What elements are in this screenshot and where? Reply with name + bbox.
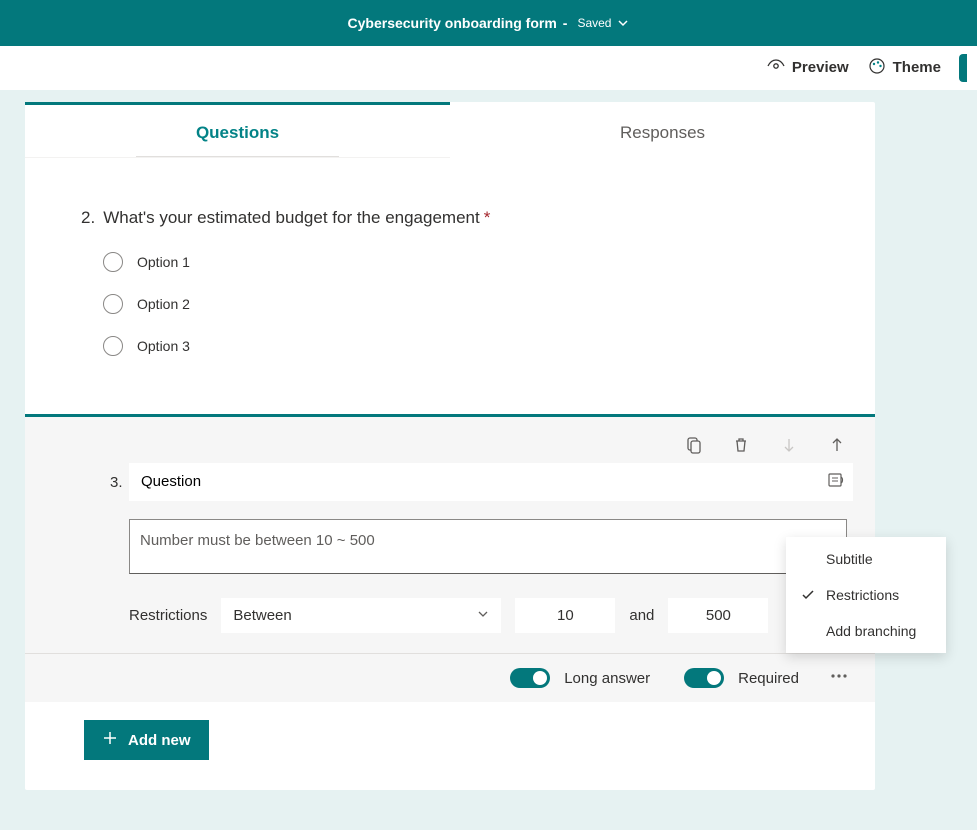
question-title-input[interactable] [129,463,853,501]
chevron-down-icon[interactable] [617,17,629,29]
right-panel-stub [959,54,967,82]
radio-icon[interactable] [103,294,123,314]
and-label: and [629,607,654,624]
restriction-type-dropdown[interactable]: Between [221,598,501,633]
theme-label: Theme [893,59,941,76]
required-label: Required [738,670,799,687]
option-row[interactable]: Option 1 [103,252,819,272]
title-separator: - [563,15,568,31]
long-answer-label: Long answer [564,670,650,687]
trash-icon[interactable] [731,435,751,455]
add-new-button[interactable]: Add new [84,720,209,760]
plus-icon [102,730,118,750]
preview-label: Preview [792,59,849,76]
menu-restrictions[interactable]: Restrictions [786,577,946,613]
menu-add-branching[interactable]: Add branching [786,613,946,649]
restriction-max-input[interactable]: 500 [668,598,768,633]
question-2[interactable]: 2. What's your estimated budget for the … [81,208,819,228]
question-number: 3. [110,474,123,491]
form-card: Questions Responses 2. What's your estim… [25,102,875,790]
more-options-menu: Subtitle Restrictions Add branching [786,537,946,653]
radio-icon[interactable] [103,336,123,356]
option-row[interactable]: Option 2 [103,294,819,314]
more-options-icon[interactable] [823,666,855,690]
palette-icon [867,56,887,80]
save-state: Saved [577,16,611,30]
chevron-down-icon [477,607,489,624]
radio-icon[interactable] [103,252,123,272]
option-label: Option 1 [137,254,190,270]
copy-icon[interactable] [683,435,703,455]
question-text: What's your estimated budget for the eng… [103,208,480,227]
answer-hint: Number must be between 10 ~ 500 [129,519,847,574]
preview-button[interactable]: Preview [766,56,849,80]
title-bar: Cybersecurity onboarding form - Saved [0,0,977,46]
restrictions-label: Restrictions [129,607,207,624]
eye-icon [766,56,786,80]
tab-questions[interactable]: Questions [25,102,450,158]
long-answer-toggle[interactable] [510,668,550,688]
move-up-icon[interactable] [827,435,847,455]
tab-responses[interactable]: Responses [450,102,875,158]
toolbar: Preview Theme [0,46,977,90]
required-asterisk: * [484,208,491,227]
tabs: Questions Responses [25,102,875,158]
theme-button[interactable]: Theme [867,56,941,80]
form-title: Cybersecurity onboarding form [348,15,557,31]
option-label: Option 2 [137,296,190,312]
option-label: Option 3 [137,338,190,354]
immersive-reader-icon[interactable] [827,470,847,495]
check-icon [800,588,816,602]
page-background: Questions Responses 2. What's your estim… [0,90,977,830]
required-toggle[interactable] [684,668,724,688]
restriction-min-input[interactable]: 10 [515,598,615,633]
move-down-icon [779,435,799,455]
question-number: 2. [81,208,95,228]
option-row[interactable]: Option 3 [103,336,819,356]
menu-subtitle[interactable]: Subtitle [786,541,946,577]
question-3-editor: 3. Number must be between 10 ~ 500 Restr… [25,414,875,702]
